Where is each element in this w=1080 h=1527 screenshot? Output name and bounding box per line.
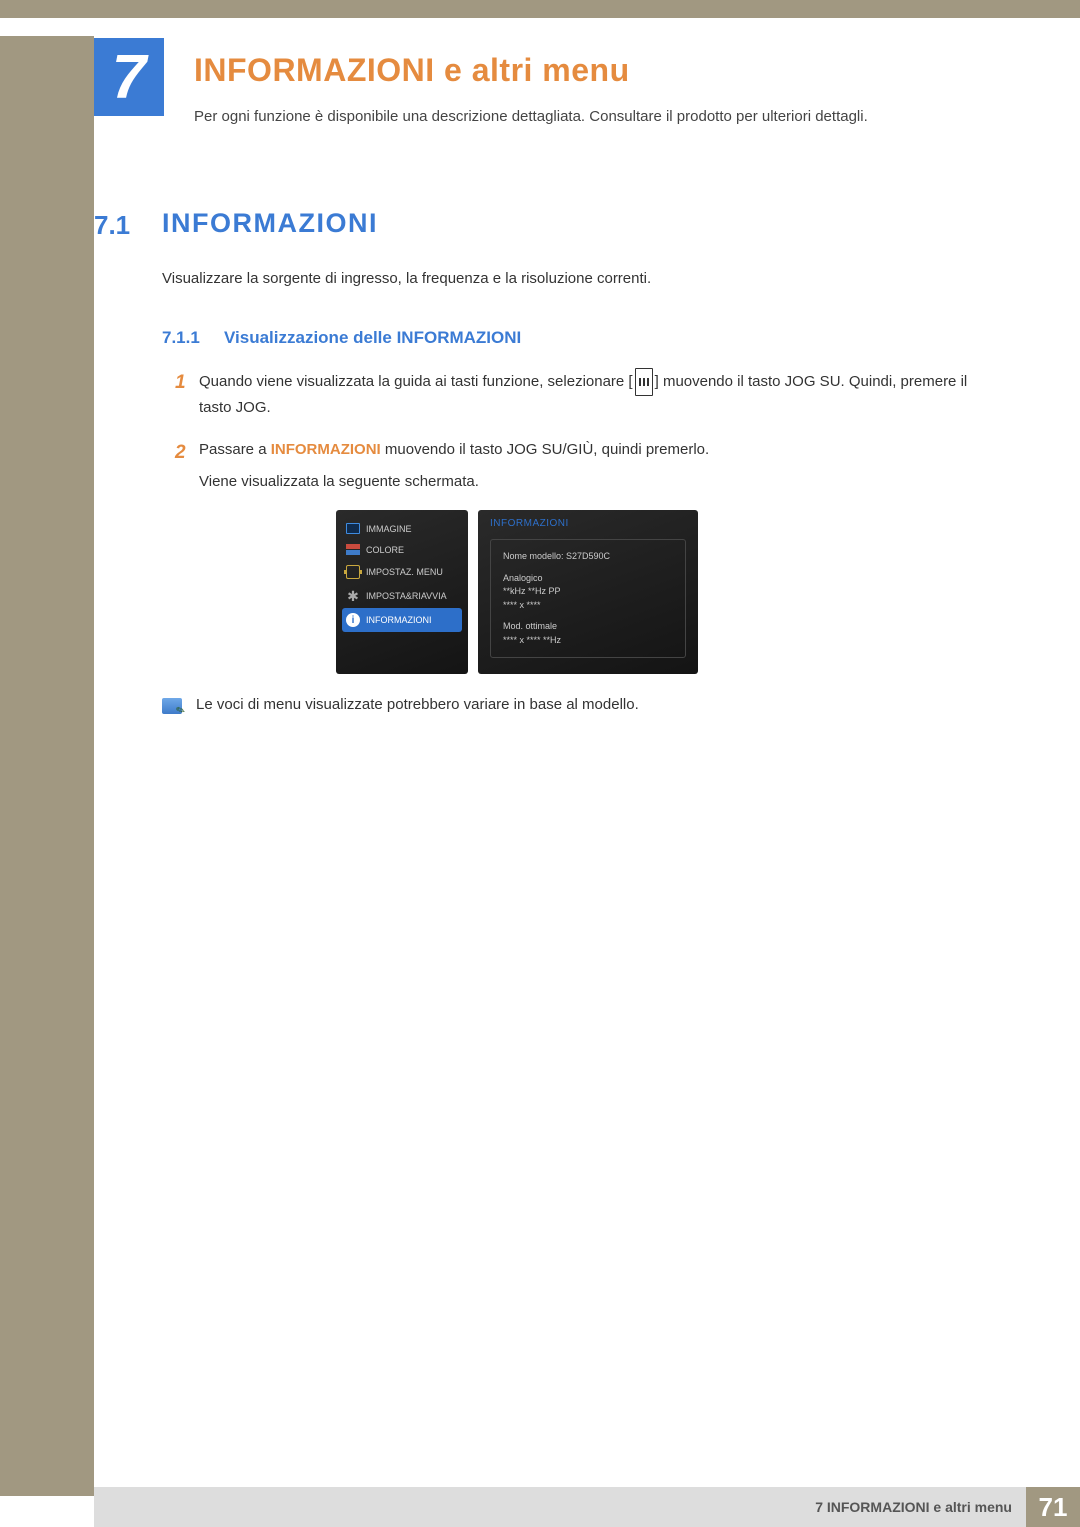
section-description: Visualizzare la sorgente di ingresso, la… [162, 270, 651, 287]
osd-res: **** x **** [503, 599, 673, 613]
osd-menu-item-impostaz-menu: IMPOSTAZ. MENU [342, 560, 462, 584]
footer: 7 INFORMAZIONI e altri menu 71 [94, 1487, 1080, 1527]
section-number: 7.1 [94, 210, 130, 241]
chapter-number: 7 [112, 42, 146, 113]
step-number: 2 [175, 438, 195, 494]
subsection-title: Visualizzazione delle INFORMAZIONI [224, 328, 521, 348]
osd-menu-item-colore: COLORE [342, 539, 462, 560]
osd-menu-item-imposta-riavvia: IMPOSTA&RIAVVIA [342, 584, 462, 608]
section-title: INFORMAZIONI [162, 208, 378, 239]
osd-menu-item-immagine: IMMAGINE [342, 518, 462, 539]
subsection-number: 7.1.1 [162, 328, 200, 348]
gear-icon [346, 589, 360, 603]
page-number-box: 71 [1026, 1487, 1080, 1527]
screen-icon [346, 523, 360, 534]
chapter-description: Per ogni funzione è disponibile una desc… [194, 106, 990, 129]
page-number: 71 [1039, 1492, 1068, 1523]
note-text: Le voci di menu visualizzate potrebbero … [196, 696, 639, 713]
page: 7 INFORMAZIONI e altri menu Per ogni fun… [0, 18, 1080, 1527]
footer-text: 7 INFORMAZIONI e altri menu [94, 1487, 1026, 1527]
info-icon: i [346, 613, 360, 627]
osd-optimal-value: **** x **** **Hz [503, 634, 673, 648]
osd-analog: Analogico [503, 572, 673, 586]
note-icon [162, 698, 182, 714]
step-2: 2 Passare a INFORMAZIONI muovendo il tas… [175, 438, 990, 494]
step-1: 1 Quando viene visualizzata la guida ai … [175, 368, 990, 420]
osd-panel-title: INFORMAZIONI [490, 518, 686, 529]
menu-icon [635, 368, 653, 396]
step-text: Passare a INFORMAZIONI muovendo il tasto… [195, 438, 990, 494]
osd-info-box: Nome modello: S27D590C Analogico **kHz *… [490, 539, 686, 658]
left-sidebar [0, 36, 94, 1496]
step-number: 1 [175, 368, 195, 420]
steps-list: 1 Quando viene visualizzata la guida ai … [175, 368, 990, 512]
setup-icon [346, 565, 360, 579]
osd-panel: INFORMAZIONI Nome modello: S27D590C Anal… [478, 510, 698, 674]
osd-menu: IMMAGINE COLORE IMPOSTAZ. MENU IMPOSTA&R… [336, 510, 468, 674]
top-bar [0, 0, 1080, 18]
note: Le voci di menu visualizzate potrebbero … [162, 696, 990, 714]
osd-freq: **kHz **Hz PP [503, 585, 673, 599]
osd-screenshot: IMMAGINE COLORE IMPOSTAZ. MENU IMPOSTA&R… [336, 510, 698, 674]
osd-optimal-label: Mod. ottimale [503, 620, 673, 634]
osd-menu-item-informazioni: iINFORMAZIONI [342, 608, 462, 632]
color-icon [346, 544, 360, 555]
chapter-number-badge: 7 [94, 38, 164, 116]
chapter-title: INFORMAZIONI e altri menu [194, 52, 630, 89]
step-text: Quando viene visualizzata la guida ai ta… [195, 368, 990, 420]
osd-model-line: Nome modello: S27D590C [503, 550, 673, 564]
